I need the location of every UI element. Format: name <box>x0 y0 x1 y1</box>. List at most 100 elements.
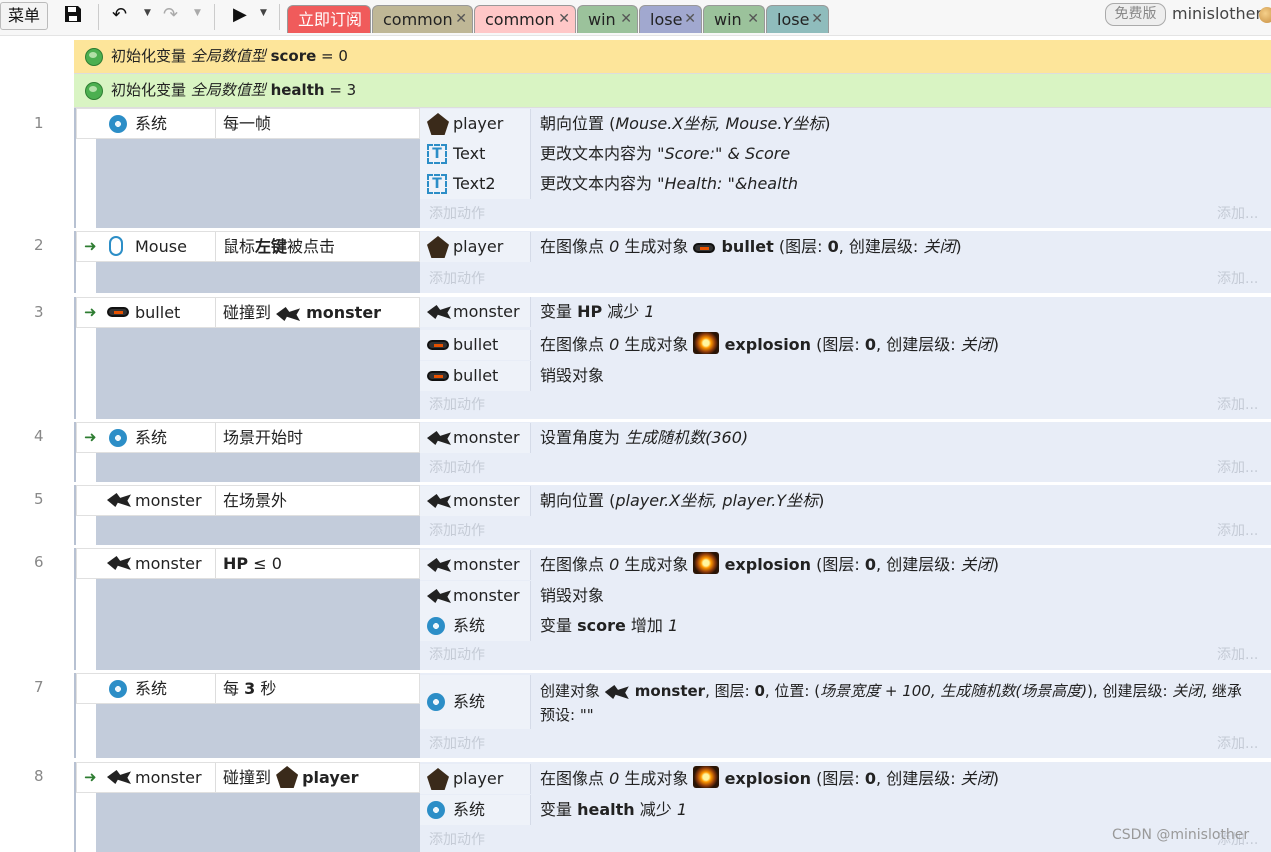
text-object-icon: T <box>427 144 447 164</box>
close-icon[interactable]: ✕ <box>684 6 696 33</box>
tab-win[interactable]: win ✕ <box>703 5 765 33</box>
redo-icon[interactable]: ↷ <box>163 4 178 26</box>
add-action-link[interactable]: 添加动作 <box>429 519 485 543</box>
monster-sprite-icon <box>604 685 629 699</box>
monster-sprite-icon <box>107 556 131 570</box>
gvar-prefix: 初始化变量 <box>111 47 191 65</box>
add-action-row[interactable]: 添加动作 添加... <box>420 393 1271 417</box>
add-more-link[interactable]: 添加... <box>1217 519 1258 543</box>
tab-lose[interactable]: lose ✕ <box>639 5 702 33</box>
tab-common-active[interactable]: common ✕ <box>474 5 576 33</box>
add-more-link[interactable]: 添加... <box>1217 456 1258 480</box>
action-row[interactable]: 系统 变量 health 减少 1 <box>420 795 1271 825</box>
action-row[interactable]: monster 在图像点 0 生成对象 explosion (图层: 0, 创建… <box>420 550 1271 580</box>
tab-common[interactable]: common ✕ <box>372 5 473 33</box>
gear-icon <box>427 617 445 635</box>
condition[interactable]: monster HP ≤ 0 <box>76 548 420 579</box>
add-more-link[interactable]: 添加... <box>1217 202 1258 226</box>
condition-object: monster <box>77 549 216 578</box>
action-row[interactable]: T Text2 更改文本内容为 "Health: "&health <box>420 169 1271 199</box>
bullet-sprite-icon <box>427 340 449 350</box>
object-name: player <box>453 769 504 788</box>
object-name: bullet <box>135 303 181 322</box>
action-object: monster <box>420 423 531 453</box>
add-action-row[interactable]: 添加动作 添加... <box>420 267 1271 291</box>
toolbar-separator <box>279 4 280 30</box>
tab-subscribe[interactable]: 立即订阅 <box>287 5 371 33</box>
close-icon[interactable]: ✕ <box>455 6 467 33</box>
close-icon[interactable]: ✕ <box>811 6 823 33</box>
add-action-link[interactable]: 添加动作 <box>429 643 485 667</box>
action-row[interactable]: 系统 变量 score 增加 1 <box>420 611 1271 641</box>
action-text: 更改文本内容为 "Score:" & Score <box>540 144 791 163</box>
add-more-link[interactable]: 添加... <box>1217 267 1258 291</box>
action-text: 更改文本内容为 "Health: "&health <box>540 174 798 193</box>
play-icon[interactable]: ▶ <box>233 4 247 26</box>
tab-lose[interactable]: lose ✕ <box>766 5 829 33</box>
global-variable-score[interactable]: 初始化变量 全局数值型 score = 0 <box>74 40 1271 74</box>
tab-label: win <box>714 10 742 29</box>
action-row[interactable]: 系统 创建对象 monster, 图层: 0, 位置: (场景宽度 + 100,… <box>420 675 1271 729</box>
add-more-link[interactable]: 添加... <box>1217 643 1258 667</box>
action-text: 朝向位置 (Mouse.X坐标, Mouse.Y坐标) <box>540 114 831 133</box>
action-row[interactable]: bullet 在图像点 0 生成对象 explosion (图层: 0, 创建层… <box>420 330 1271 360</box>
trigger-arrow-icon: ➜ <box>84 768 97 786</box>
bullet-sprite-icon <box>107 307 129 317</box>
add-action-row[interactable]: 添加动作 添加... <box>420 519 1271 543</box>
action-row[interactable]: monster 变量 HP 减少 1 <box>420 297 1271 327</box>
condition[interactable]: monster 在场景外 <box>76 485 420 516</box>
global-variable-health[interactable]: 初始化变量 全局数值型 health = 3 <box>74 74 1271 108</box>
add-action-link[interactable]: 添加动作 <box>429 732 485 756</box>
menu-button[interactable]: 菜单 <box>0 2 48 30</box>
play-dropdown-icon[interactable]: ▼ <box>260 8 267 18</box>
action-row[interactable]: player 在图像点 0 生成对象 explosion (图层: 0, 创建层… <box>420 764 1271 794</box>
add-action-row[interactable]: 添加动作 添加... <box>420 456 1271 480</box>
add-action-link[interactable]: 添加动作 <box>429 202 485 226</box>
avatar[interactable] <box>1259 7 1271 23</box>
condition[interactable]: 系统 每 3 秒 <box>76 673 420 704</box>
action-object: bullet <box>420 361 531 391</box>
trigger-arrow-icon: ➜ <box>84 237 97 255</box>
add-action-link[interactable]: 添加动作 <box>429 393 485 417</box>
add-action-row[interactable]: 添加动作 添加... <box>420 202 1271 226</box>
add-more-link[interactable]: 添加... <box>1217 732 1258 756</box>
redo-dropdown-icon[interactable]: ▼ <box>194 8 201 18</box>
add-action-link[interactable]: 添加动作 <box>429 456 485 480</box>
action-text: 销毁对象 <box>540 366 605 385</box>
close-icon[interactable]: ✕ <box>620 6 632 33</box>
explosion-sprite-icon <box>693 552 720 574</box>
explosion-sprite-icon <box>693 766 720 788</box>
undo-dropdown-icon[interactable]: ▼ <box>144 8 151 18</box>
action-row[interactable]: monster 销毁对象 <box>420 581 1271 611</box>
monster-sprite-icon <box>427 431 451 445</box>
condition[interactable]: ➜ bullet 碰撞到 monster <box>76 297 420 328</box>
object-name: player <box>453 237 504 256</box>
action-row[interactable]: player 朝向位置 (Mouse.X坐标, Mouse.Y坐标) <box>420 109 1271 139</box>
add-more-link[interactable]: 添加... <box>1217 393 1258 417</box>
action-object: T Text2 <box>420 169 531 199</box>
username[interactable]: minislother <box>1172 4 1262 23</box>
condition[interactable]: ➜ Mouse 鼠标左键被点击 <box>76 231 420 262</box>
action-row[interactable]: monster 设置角度为 生成随机数(360) <box>420 423 1271 453</box>
add-action-row[interactable]: 添加动作 添加... <box>420 732 1271 756</box>
condition[interactable]: 系统 每一帧 <box>76 108 420 139</box>
object-name: Mouse <box>135 237 187 256</box>
save-icon[interactable] <box>63 4 83 30</box>
add-action-link[interactable]: 添加动作 <box>429 267 485 291</box>
action-row[interactable]: player 在图像点 0 生成对象 bullet (图层: 0, 创建层级: … <box>420 232 1271 262</box>
gvar-type: 全局数值型 <box>190 81 266 99</box>
undo-icon[interactable]: ↶ <box>112 4 127 26</box>
close-icon[interactable]: ✕ <box>747 6 759 33</box>
gear-icon <box>109 680 127 698</box>
condition[interactable]: ➜ monster 碰撞到 player <box>76 762 420 793</box>
free-edition-badge[interactable]: 免费版 <box>1105 3 1166 26</box>
tab-win[interactable]: win ✕ <box>577 5 638 33</box>
add-action-row[interactable]: 添加动作 添加... <box>420 643 1271 667</box>
action-row[interactable]: bullet 销毁对象 <box>420 361 1271 391</box>
action-row[interactable]: monster 朝向位置 (player.X坐标, player.Y坐标) <box>420 486 1271 516</box>
condition[interactable]: ➜ 系统 场景开始时 <box>76 422 420 453</box>
close-icon[interactable]: ✕ <box>558 6 570 33</box>
add-action-link[interactable]: 添加动作 <box>429 828 485 852</box>
event-number: 4 <box>34 427 44 445</box>
action-row[interactable]: T Text 更改文本内容为 "Score:" & Score <box>420 139 1271 169</box>
